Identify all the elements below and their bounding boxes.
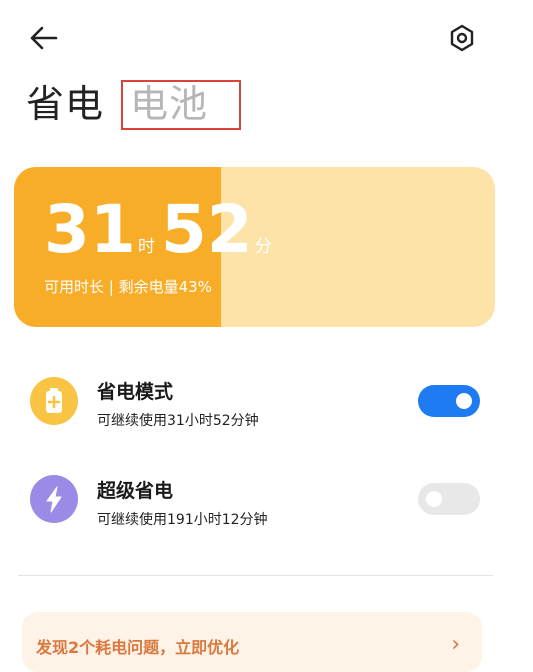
page-title: 省电: [26, 82, 105, 126]
remaining-time: 31 时52 分: [44, 195, 278, 265]
lightning-icon: [46, 486, 62, 513]
settings-button[interactable]: [444, 20, 480, 56]
optimization-banner[interactable]: 发现2个耗电问题，立即优化 ›: [22, 612, 482, 672]
hours-value: 31: [44, 191, 136, 268]
arrow-left-icon: [30, 26, 58, 50]
power-saving-mode-subtitle: 可继续使用31小时52分钟: [97, 413, 259, 429]
power-saving-mode-icon-bg: [30, 377, 78, 425]
battery-plus-icon: [46, 388, 62, 413]
toggle-knob: [456, 393, 472, 409]
divider: [18, 575, 493, 576]
super-power-saving-toggle[interactable]: [418, 483, 480, 515]
super-power-saving-title: 超级省电: [97, 480, 174, 502]
alternative-title: 电池: [130, 82, 209, 126]
toggle-knob: [426, 491, 442, 507]
power-saving-mode-toggle[interactable]: [418, 385, 480, 417]
minutes-value: 52: [160, 191, 253, 268]
super-power-saving-subtitle: 可继续使用191小时12分钟: [97, 512, 268, 528]
hours-unit: 时: [137, 237, 155, 257]
super-power-saving-icon-bg: [30, 475, 78, 523]
battery-subtitle: 可用时长 | 剩余电量43%: [44, 278, 212, 296]
back-button[interactable]: [22, 20, 62, 56]
minutes-unit: 分: [254, 237, 272, 257]
power-saving-mode-title: 省电模式: [97, 381, 174, 403]
hexagon-gear-icon: [450, 24, 474, 52]
chevron-right-icon: ›: [451, 632, 460, 657]
optimization-banner-text: 发现2个耗电问题，立即优化: [36, 638, 240, 657]
